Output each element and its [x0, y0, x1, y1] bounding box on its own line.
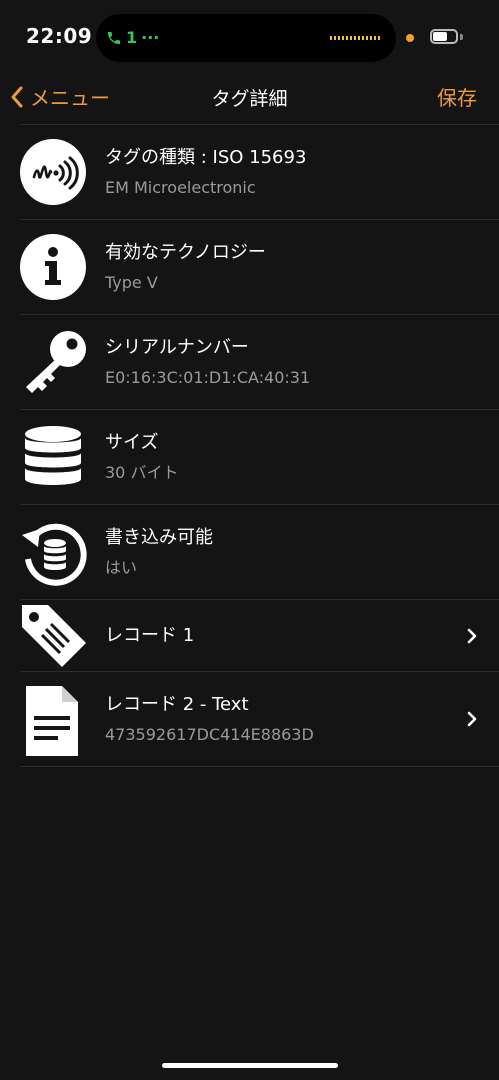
save-button[interactable]: 保存: [437, 82, 477, 111]
dynamic-island[interactable]: 1 ···: [96, 14, 396, 62]
screen: 22:09 1 ··· タグ詳細 メニュー 保存 タグの種類: ISO 156…: [0, 0, 499, 1080]
info-icon: [20, 234, 86, 300]
back-button-label: メニュー: [30, 86, 110, 110]
battery-cap: [460, 34, 463, 40]
list-item-record-2[interactable]: レコード 2 - Text 473592617DC414E8863D: [20, 671, 499, 767]
navigation-bar: タグ詳細 メニュー 保存: [0, 74, 499, 120]
list-item-title: レコード 1: [105, 624, 195, 646]
key-icon: [20, 329, 86, 395]
database-icon: [20, 424, 86, 490]
battery-level: [433, 32, 447, 41]
tag-detail-list: タグの種類 : ISO 15693 EM Microelectronic 有効な…: [20, 124, 499, 767]
list-item-text: サイズ 30 バイト: [105, 410, 178, 504]
list-item-title: シリアルナンバー: [105, 336, 249, 358]
status-bar: 22:09 1 ···: [0, 0, 499, 70]
list-item-writable: 書き込み可能 はい: [20, 504, 499, 599]
list-item-subtitle: EM Microelectronic: [105, 177, 256, 197]
tag-icon: [20, 603, 86, 669]
database-refresh-icon: [20, 519, 87, 586]
list-item-title: 有効なテクノロジー: [105, 241, 266, 263]
list-item-title: タグの種類 : ISO 15693: [105, 146, 307, 168]
list-item-record-1[interactable]: レコード 1: [20, 599, 499, 671]
audio-waveform-icon: [330, 36, 380, 40]
list-item-subtitle: E0:16:3C:01:D1:CA:40:31: [105, 367, 311, 387]
back-button[interactable]: メニュー: [10, 82, 110, 111]
list-item-text: 有効なテクノロジー Type V: [105, 220, 266, 314]
list-item-text: シリアルナンバー E0:16:3C:01:D1:CA:40:31: [105, 315, 310, 409]
call-indicator[interactable]: 1 ···: [106, 28, 159, 47]
list-item-technology: 有効なテクノロジー Type V: [20, 219, 499, 314]
list-item-serial-number: シリアルナンバー E0:16:3C:01:D1:CA:40:31: [20, 314, 499, 409]
privacy-indicator-dot: [406, 34, 414, 42]
status-time: 22:09: [26, 24, 93, 48]
document-icon: [20, 686, 86, 756]
home-indicator[interactable]: [162, 1063, 338, 1068]
list-item-text: 書き込み可能 はい: [105, 505, 213, 599]
call-ellipsis-icon: ···: [141, 28, 160, 47]
nfc-wave-icon: [20, 139, 86, 205]
chevron-left-icon: [11, 86, 23, 107]
list-item-subtitle: 30 バイト: [105, 462, 179, 482]
battery-icon: [430, 29, 458, 44]
list-item-subtitle: 473592617DC414E8863D: [105, 724, 314, 744]
list-item-title: レコード 2 - Text: [105, 693, 249, 715]
chevron-right-icon: [467, 628, 477, 643]
chevron-right-icon: [467, 711, 477, 727]
call-count: 1: [126, 28, 138, 47]
list-item-title: サイズ: [105, 431, 159, 453]
list-item-title: 書き込み可能: [105, 526, 213, 548]
list-item-subtitle: はい: [105, 557, 138, 577]
list-item-text: レコード 2 - Text 473592617DC414E8863D: [105, 672, 314, 766]
list-item-size: サイズ 30 バイト: [20, 409, 499, 504]
list-item-tag-type: タグの種類 : ISO 15693 EM Microelectronic: [20, 124, 499, 219]
list-item-subtitle: Type V: [105, 272, 158, 292]
list-item-text: タグの種類 : ISO 15693 EM Microelectronic: [105, 125, 306, 219]
list-item-text: レコード 1: [105, 600, 194, 671]
phone-icon: [108, 31, 120, 44]
